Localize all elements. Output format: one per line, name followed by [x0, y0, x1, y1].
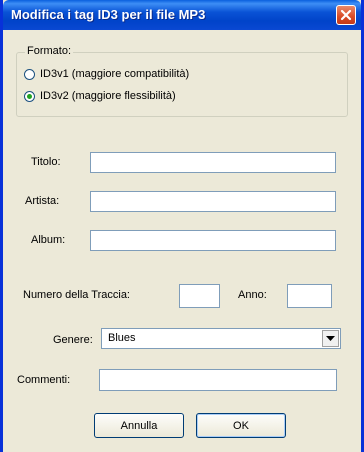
- window-title: Modifica i tag ID3 per il file MP3: [11, 7, 206, 22]
- genre-value: Blues: [108, 332, 136, 344]
- close-button[interactable]: [336, 5, 356, 25]
- format-legend: Formato:: [25, 45, 74, 57]
- radio-id3v1-label: ID3v1 (maggiore compatibilità): [40, 68, 190, 80]
- radio-id3v2-label: ID3v2 (maggiore flessibilità): [40, 90, 176, 102]
- cancel-button[interactable]: Annulla: [94, 413, 184, 438]
- title-label: Titolo:: [31, 156, 61, 168]
- genre-label: Genere:: [53, 334, 93, 346]
- ok-button[interactable]: OK: [196, 413, 286, 438]
- format-groupbox: Formato: ID3v1 (maggiore compatibilità) …: [16, 45, 348, 117]
- title-input[interactable]: [90, 152, 336, 173]
- album-input[interactable]: [90, 230, 336, 251]
- genre-select[interactable]: Blues: [101, 328, 341, 349]
- track-input[interactable]: [179, 284, 220, 308]
- album-label: Album:: [31, 234, 66, 246]
- artist-input[interactable]: [90, 191, 336, 212]
- comments-input[interactable]: [99, 369, 337, 391]
- dialog-window: Modifica i tag ID3 per il file MP3 Forma…: [0, 0, 364, 452]
- radio-id3v2[interactable]: ID3v2 (maggiore flessibilità): [24, 88, 176, 104]
- chevron-down-icon: [326, 336, 335, 341]
- year-label: Anno:: [238, 289, 267, 301]
- title-bar[interactable]: Modifica i tag ID3 per il file MP3: [3, 0, 361, 30]
- radio-id3v1-button[interactable]: [24, 68, 35, 80]
- radio-id3v2-button[interactable]: [24, 90, 35, 102]
- radio-id3v1[interactable]: ID3v1 (maggiore compatibilità): [24, 66, 189, 82]
- artist-label: Artista:: [25, 195, 60, 207]
- genre-dropdown-button[interactable]: [322, 330, 339, 347]
- close-icon: [340, 9, 352, 21]
- comments-label: Commenti:: [17, 374, 71, 386]
- year-input[interactable]: [287, 284, 332, 308]
- track-label: Numero della Traccia:: [23, 289, 130, 301]
